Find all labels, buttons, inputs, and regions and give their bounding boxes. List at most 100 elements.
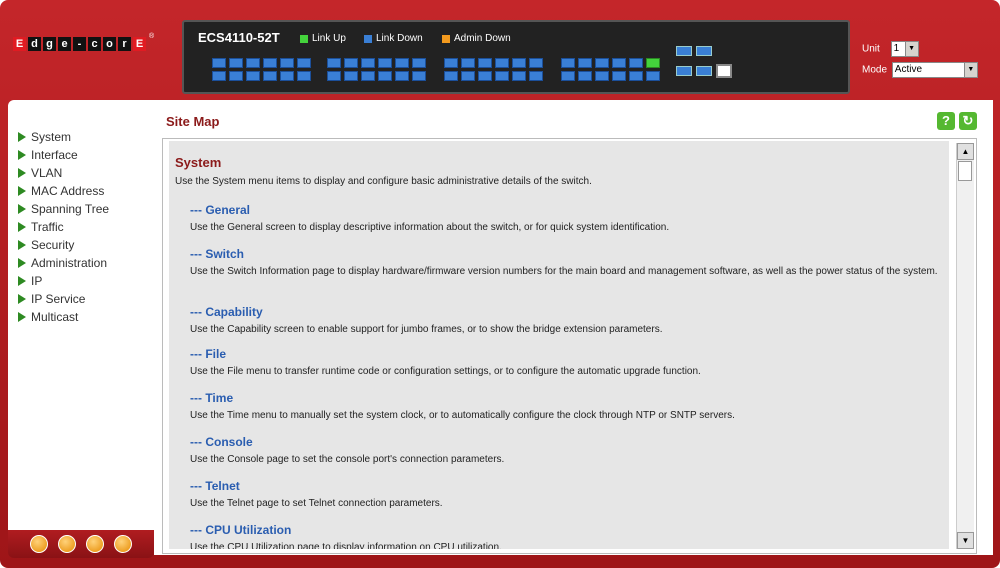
ethernet-port[interactable] <box>297 58 311 68</box>
entry-link-console[interactable]: --- Console <box>190 435 945 449</box>
ethernet-port[interactable] <box>361 58 375 68</box>
ethernet-port[interactable] <box>444 58 458 68</box>
ethernet-port[interactable] <box>344 71 358 81</box>
refresh-button[interactable]: ↻ <box>959 112 977 130</box>
sidebar-item-ip[interactable]: IP <box>18 272 154 290</box>
ethernet-port[interactable] <box>612 58 626 68</box>
entry-link-general[interactable]: --- General <box>190 203 945 217</box>
port-group-3 <box>444 58 543 81</box>
entry-link-telnet[interactable]: --- Telnet <box>190 479 945 493</box>
mode-select[interactable]: Active ▼ <box>891 62 978 78</box>
ethernet-port[interactable] <box>646 71 660 81</box>
ethernet-port[interactable] <box>344 58 358 68</box>
ethernet-port[interactable] <box>512 71 526 81</box>
link-up-swatch <box>300 34 308 43</box>
site-map-body: System Use the System menu items to disp… <box>169 141 949 549</box>
sidebar-item-spanning-tree[interactable]: Spanning Tree <box>18 200 154 218</box>
vertical-scrollbar[interactable]: ▲ ▼ <box>956 143 974 549</box>
sidebar-item-multicast[interactable]: Multicast <box>18 308 154 326</box>
ethernet-port[interactable] <box>629 71 643 81</box>
ethernet-port[interactable] <box>246 58 260 68</box>
ethernet-port[interactable] <box>412 58 426 68</box>
sfp-port[interactable] <box>696 46 712 56</box>
sfp-port[interactable] <box>696 66 712 76</box>
entry-link-capability[interactable]: --- Capability <box>190 305 945 319</box>
ethernet-port[interactable] <box>646 58 660 68</box>
scroll-down-icon[interactable]: ▼ <box>957 532 974 549</box>
ethernet-port[interactable] <box>629 58 643 68</box>
device-model: ECS4110-52T <box>198 30 280 45</box>
ethernet-port[interactable] <box>495 71 509 81</box>
ethernet-port[interactable] <box>378 71 392 81</box>
ethernet-port[interactable] <box>280 58 294 68</box>
console-port[interactable] <box>716 64 732 78</box>
ethernet-port[interactable] <box>561 58 575 68</box>
arrow-right-icon <box>18 222 26 232</box>
ethernet-port[interactable] <box>229 58 243 68</box>
ethernet-port[interactable] <box>412 71 426 81</box>
ethernet-port[interactable] <box>495 58 509 68</box>
entry-description: Use the Console page to set the console … <box>190 454 505 465</box>
sfp-port[interactable] <box>676 66 692 76</box>
ethernet-port[interactable] <box>212 58 226 68</box>
ethernet-port[interactable] <box>361 71 375 81</box>
back-icon[interactable] <box>58 535 76 553</box>
sidebar-item-ip-service[interactable]: IP Service <box>18 290 154 308</box>
sidebar-item-label: Spanning Tree <box>31 202 110 216</box>
ethernet-port[interactable] <box>461 58 475 68</box>
ethernet-port[interactable] <box>595 71 609 81</box>
legend-link-down: Link Down <box>364 33 423 44</box>
sidebar-item-system[interactable]: System <box>18 128 154 146</box>
ethernet-port[interactable] <box>461 71 475 81</box>
help-button[interactable]: ? <box>937 112 955 130</box>
ethernet-port[interactable] <box>444 71 458 81</box>
unit-select[interactable]: 1 ▼ <box>890 41 919 57</box>
sfp-port[interactable] <box>676 46 692 56</box>
legend-admin-down: Admin Down <box>442 33 511 44</box>
ethernet-port[interactable] <box>529 58 543 68</box>
ethernet-port[interactable] <box>229 71 243 81</box>
site-map-entry: --- Telnet Use the Telnet page to set Te… <box>190 479 945 511</box>
ethernet-port[interactable] <box>478 58 492 68</box>
sidebar-item-mac-address[interactable]: MAC Address <box>18 182 154 200</box>
ethernet-port[interactable] <box>327 71 341 81</box>
ethernet-port[interactable] <box>578 71 592 81</box>
globe-icon[interactable] <box>114 535 132 553</box>
scroll-up-icon[interactable]: ▲ <box>957 143 974 160</box>
ethernet-port[interactable] <box>478 71 492 81</box>
sidebar-item-traffic[interactable]: Traffic <box>18 218 154 236</box>
ethernet-port[interactable] <box>529 71 543 81</box>
ethernet-port[interactable] <box>595 58 609 68</box>
ethernet-port[interactable] <box>212 71 226 81</box>
scroll-thumb[interactable] <box>958 161 972 181</box>
ethernet-port[interactable] <box>578 58 592 68</box>
ethernet-port[interactable] <box>297 71 311 81</box>
mail-icon[interactable] <box>86 535 104 553</box>
entry-link-file[interactable]: --- File <box>190 347 945 361</box>
arrow-right-icon <box>18 132 26 142</box>
port-group-1 <box>212 58 311 81</box>
ethernet-port[interactable] <box>512 58 526 68</box>
ethernet-port[interactable] <box>561 71 575 81</box>
ethernet-port[interactable] <box>246 71 260 81</box>
entry-link-time[interactable]: --- Time <box>190 391 945 405</box>
entry-link-cpu-utilization[interactable]: --- CPU Utilization <box>190 523 945 537</box>
ethernet-port[interactable] <box>263 71 277 81</box>
ethernet-port[interactable] <box>395 71 409 81</box>
ethernet-port[interactable] <box>378 58 392 68</box>
ethernet-port[interactable] <box>395 58 409 68</box>
arrow-right-icon <box>18 186 26 196</box>
ethernet-port[interactable] <box>263 58 277 68</box>
mode-label: Mode <box>862 64 888 76</box>
sidebar-item-vlan[interactable]: VLAN <box>18 164 154 182</box>
ethernet-port[interactable] <box>327 58 341 68</box>
sidebar-item-security[interactable]: Security <box>18 236 154 254</box>
ethernet-port[interactable] <box>612 71 626 81</box>
logo-letter: c <box>88 37 101 51</box>
sidebar-item-label: VLAN <box>31 166 63 180</box>
sidebar-item-administration[interactable]: Administration <box>18 254 154 272</box>
entry-link-switch[interactable]: --- Switch <box>190 247 945 261</box>
home-icon[interactable] <box>30 535 48 553</box>
sidebar-item-interface[interactable]: Interface <box>18 146 154 164</box>
ethernet-port[interactable] <box>280 71 294 81</box>
